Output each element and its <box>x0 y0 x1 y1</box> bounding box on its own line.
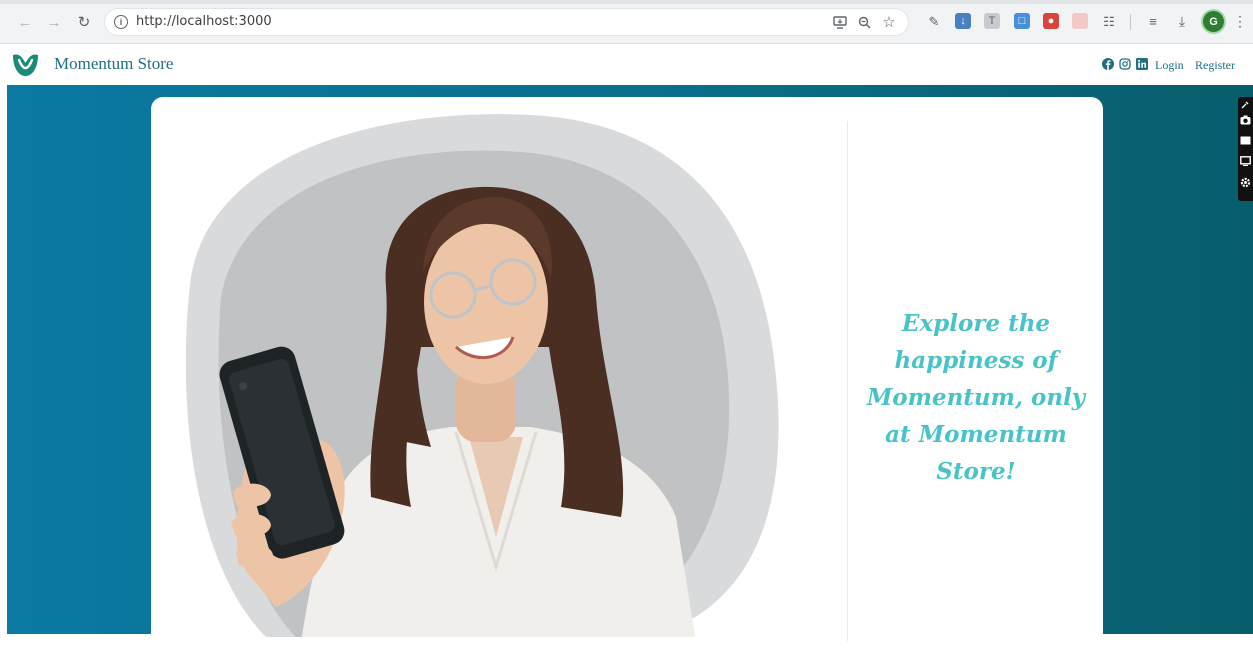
eyedropper-icon[interactable] <box>1240 99 1251 110</box>
downloads-icon[interactable]: ⤓ <box>1174 13 1190 29</box>
reload-button[interactable]: ↻ <box>75 13 93 31</box>
reload-icon: ↻ <box>77 13 91 31</box>
info-icon[interactable]: i <box>114 15 128 29</box>
hero-card: Explore the happiness of Momentum, only … <box>151 97 1103 657</box>
arrow-right-icon: → <box>46 13 62 31</box>
url-text[interactable]: http://localhost:3000 <box>136 14 272 29</box>
linkedin-icon[interactable] <box>1136 58 1148 70</box>
momentum-logo-icon[interactable] <box>11 51 40 78</box>
profile-avatar[interactable]: G <box>1203 11 1224 32</box>
star-icon[interactable]: ☆ <box>881 14 897 30</box>
screen-capture-icon[interactable] <box>1240 155 1251 166</box>
browser-toolbar: ← → ↻ i http://localhost:3000 ☆ ✎ ↓ T □ … <box>0 0 1253 44</box>
card-divider <box>847 121 848 641</box>
menu-kebab-icon[interactable]: ⋮ <box>1232 13 1248 29</box>
person-face <box>424 220 548 384</box>
instagram-icon[interactable] <box>1119 58 1131 70</box>
tab-strip <box>0 0 1253 4</box>
forward-button[interactable]: → <box>45 13 63 31</box>
install-app-icon[interactable] <box>832 14 848 30</box>
window-capture-icon[interactable] <box>1240 135 1251 146</box>
arrow-left-icon: ← <box>17 13 33 31</box>
reading-list-icon[interactable]: ≡ <box>1145 13 1161 29</box>
eyedropper-icon[interactable]: ✎ <box>926 13 942 29</box>
camera-icon[interactable] <box>1240 114 1251 125</box>
pdf-extension-icon[interactable] <box>1072 13 1088 29</box>
zoom-icon[interactable] <box>856 14 872 30</box>
facebook-icon[interactable] <box>1102 58 1114 70</box>
document-extension-icon[interactable]: □ <box>1014 13 1030 29</box>
login-link[interactable]: Login <box>1155 58 1184 73</box>
extension-side-toolbar <box>1238 97 1253 201</box>
hero-tagline: Explore the happiness of Momentum, only … <box>866 310 1086 485</box>
puzzle-icon[interactable]: ☷ <box>1101 13 1117 29</box>
site-header: Momentum Store Login Register <box>0 44 1253 85</box>
brand-name[interactable]: Momentum Store <box>54 54 173 74</box>
gear-icon[interactable] <box>1240 177 1251 188</box>
toolbar-separator <box>1130 14 1131 30</box>
record-extension-icon[interactable]: ● <box>1043 13 1059 29</box>
register-link[interactable]: Register <box>1195 58 1235 73</box>
back-button[interactable]: ← <box>16 13 34 31</box>
address-bar[interactable]: i http://localhost:3000 ☆ <box>104 8 909 36</box>
text-extension-icon[interactable]: T <box>984 13 1000 29</box>
hero-illustration <box>185 114 779 637</box>
hero-left-gutter <box>0 85 7 634</box>
download-extension-icon[interactable]: ↓ <box>955 13 971 29</box>
